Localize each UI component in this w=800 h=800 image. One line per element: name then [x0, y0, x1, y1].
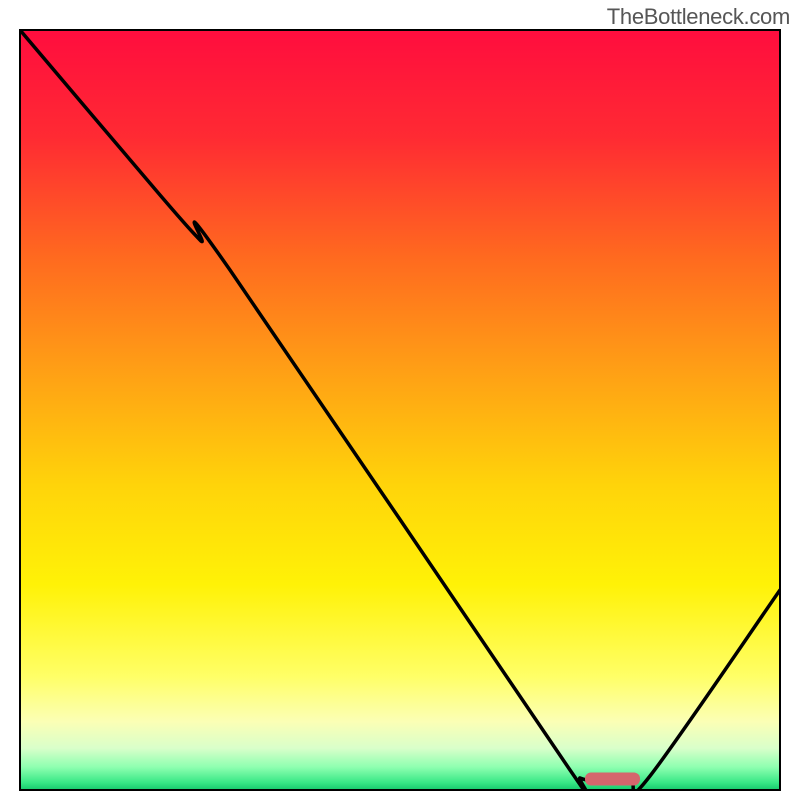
chart-container: { "attribution": "TheBottleneck.com", "c…: [0, 0, 800, 800]
plot-background: [20, 30, 780, 790]
bottleneck-chart: [0, 0, 800, 800]
optimal-marker: [585, 773, 640, 786]
attribution-label: TheBottleneck.com: [607, 4, 790, 30]
